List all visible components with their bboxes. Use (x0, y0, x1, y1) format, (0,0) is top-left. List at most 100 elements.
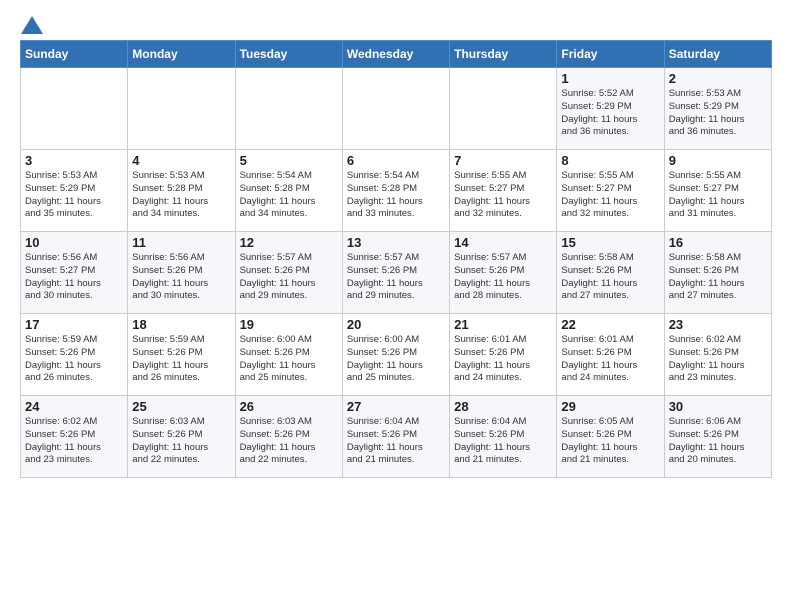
day-info: Sunrise: 5:53 AM Sunset: 5:29 PM Dayligh… (25, 170, 123, 221)
col-header-thursday: Thursday (450, 41, 557, 68)
day-number: 2 (669, 71, 767, 86)
week-row-3: 10Sunrise: 5:56 AM Sunset: 5:27 PM Dayli… (21, 232, 772, 314)
day-number: 21 (454, 317, 552, 332)
day-cell: 14 Sunrise: 5:57 AM Sunset: 5:26 PM Dayli… (450, 232, 557, 314)
day-number: 3 (25, 153, 123, 168)
day-cell: 20 Sunrise: 6:00 AM Sunset: 5:26 PM Dayli… (342, 314, 449, 396)
day-info: Sunrise: 5:58 AM Sunset: 5:26 PM Dayligh… (669, 252, 767, 303)
day-cell: 15 Sunrise: 5:58 AM Sunset: 5:26 PM Dayli… (557, 232, 664, 314)
day-cell: 4Sunrise: 5:53 AM Sunset: 5:28 PM Daylig… (128, 150, 235, 232)
day-info: Sunrise: 5:52 AM Sunset: 5:29 PM Dayligh… (561, 88, 659, 139)
day-cell: 21 Sunrise: 6:01 AM Sunset: 5:26 PM Dayli… (450, 314, 557, 396)
day-info: Sunrise: 6:04 AM Sunset: 5:26 PM Dayligh… (347, 416, 445, 467)
day-number: 8 (561, 153, 659, 168)
day-cell: 23 Sunrise: 6:02 AM Sunset: 5:26 PM Dayli… (664, 314, 771, 396)
day-number: 23 (669, 317, 767, 332)
day-number: 26 (240, 399, 338, 414)
day-info: Sunrise: 5:59 AM Sunset: 5:26 PM Dayligh… (25, 334, 123, 385)
day-info: Sunrise: 6:02 AM Sunset: 5:26 PM Dayligh… (25, 416, 123, 467)
day-number: 24 (25, 399, 123, 414)
day-cell: 6 Sunrise: 5:54 AM Sunset: 5:28 PM Daylig… (342, 150, 449, 232)
col-header-monday: Monday (128, 41, 235, 68)
day-number: 5 (240, 153, 338, 168)
day-number: 18 (132, 317, 230, 332)
day-cell: 10Sunrise: 5:56 AM Sunset: 5:27 PM Dayli… (21, 232, 128, 314)
day-cell: 27 Sunrise: 6:04 AM Sunset: 5:26 PM Dayli… (342, 396, 449, 478)
day-number: 14 (454, 235, 552, 250)
day-cell: 13 Sunrise: 5:57 AM Sunset: 5:26 PM Dayli… (342, 232, 449, 314)
day-cell (235, 68, 342, 150)
day-number: 1 (561, 71, 659, 86)
day-cell: 19Sunrise: 6:00 AM Sunset: 5:26 PM Dayli… (235, 314, 342, 396)
day-info: Sunrise: 5:55 AM Sunset: 5:27 PM Dayligh… (454, 170, 552, 221)
col-header-wednesday: Wednesday (342, 41, 449, 68)
day-cell: 26 Sunrise: 6:03 AM Sunset: 5:26 PM Dayli… (235, 396, 342, 478)
day-number: 6 (347, 153, 445, 168)
day-info: Sunrise: 6:01 AM Sunset: 5:26 PM Dayligh… (561, 334, 659, 385)
day-cell: 12Sunrise: 5:57 AM Sunset: 5:26 PM Dayli… (235, 232, 342, 314)
day-number: 27 (347, 399, 445, 414)
day-number: 7 (454, 153, 552, 168)
day-info: Sunrise: 6:02 AM Sunset: 5:26 PM Dayligh… (669, 334, 767, 385)
day-number: 22 (561, 317, 659, 332)
day-info: Sunrise: 6:06 AM Sunset: 5:26 PM Dayligh… (669, 416, 767, 467)
day-cell: 25 Sunrise: 6:03 AM Sunset: 5:26 PM Dayli… (128, 396, 235, 478)
day-info: Sunrise: 5:57 AM Sunset: 5:26 PM Dayligh… (347, 252, 445, 303)
calendar-header-row: SundayMondayTuesdayWednesdayThursdayFrid… (21, 41, 772, 68)
week-row-2: 3 Sunrise: 5:53 AM Sunset: 5:29 PM Daylig… (21, 150, 772, 232)
day-cell: 24 Sunrise: 6:02 AM Sunset: 5:26 PM Dayli… (21, 396, 128, 478)
day-number: 16 (669, 235, 767, 250)
col-header-friday: Friday (557, 41, 664, 68)
col-header-tuesday: Tuesday (235, 41, 342, 68)
day-cell: 7 Sunrise: 5:55 AM Sunset: 5:27 PM Daylig… (450, 150, 557, 232)
logo-icon (21, 16, 43, 34)
day-cell: 18 Sunrise: 5:59 AM Sunset: 5:26 PM Dayli… (128, 314, 235, 396)
day-cell: 3 Sunrise: 5:53 AM Sunset: 5:29 PM Daylig… (21, 150, 128, 232)
col-header-sunday: Sunday (21, 41, 128, 68)
day-info: Sunrise: 5:57 AM Sunset: 5:26 PM Dayligh… (240, 252, 338, 303)
day-number: 20 (347, 317, 445, 332)
day-cell (128, 68, 235, 150)
page: SundayMondayTuesdayWednesdayThursdayFrid… (0, 0, 792, 494)
day-info: Sunrise: 6:00 AM Sunset: 5:26 PM Dayligh… (347, 334, 445, 385)
day-cell: 8Sunrise: 5:55 AM Sunset: 5:27 PM Daylig… (557, 150, 664, 232)
day-number: 29 (561, 399, 659, 414)
day-info: Sunrise: 6:04 AM Sunset: 5:26 PM Dayligh… (454, 416, 552, 467)
day-cell (21, 68, 128, 150)
day-number: 9 (669, 153, 767, 168)
day-number: 13 (347, 235, 445, 250)
day-info: Sunrise: 5:59 AM Sunset: 5:26 PM Dayligh… (132, 334, 230, 385)
day-info: Sunrise: 5:53 AM Sunset: 5:28 PM Dayligh… (132, 170, 230, 221)
day-cell (342, 68, 449, 150)
day-number: 19 (240, 317, 338, 332)
day-number: 25 (132, 399, 230, 414)
col-header-saturday: Saturday (664, 41, 771, 68)
header (20, 16, 772, 30)
day-cell (450, 68, 557, 150)
day-number: 11 (132, 235, 230, 250)
day-info: Sunrise: 5:56 AM Sunset: 5:26 PM Dayligh… (132, 252, 230, 303)
day-cell: 17 Sunrise: 5:59 AM Sunset: 5:26 PM Dayli… (21, 314, 128, 396)
day-info: Sunrise: 5:55 AM Sunset: 5:27 PM Dayligh… (669, 170, 767, 221)
day-info: Sunrise: 6:05 AM Sunset: 5:26 PM Dayligh… (561, 416, 659, 467)
day-number: 17 (25, 317, 123, 332)
day-number: 15 (561, 235, 659, 250)
day-info: Sunrise: 5:57 AM Sunset: 5:26 PM Dayligh… (454, 252, 552, 303)
day-info: Sunrise: 6:03 AM Sunset: 5:26 PM Dayligh… (240, 416, 338, 467)
day-info: Sunrise: 5:54 AM Sunset: 5:28 PM Dayligh… (240, 170, 338, 221)
day-number: 28 (454, 399, 552, 414)
day-cell: 22 Sunrise: 6:01 AM Sunset: 5:26 PM Dayli… (557, 314, 664, 396)
day-cell: 2Sunrise: 5:53 AM Sunset: 5:29 PM Daylig… (664, 68, 771, 150)
day-cell: 30Sunrise: 6:06 AM Sunset: 5:26 PM Dayli… (664, 396, 771, 478)
day-info: Sunrise: 5:54 AM Sunset: 5:28 PM Dayligh… (347, 170, 445, 221)
week-row-5: 24 Sunrise: 6:02 AM Sunset: 5:26 PM Dayli… (21, 396, 772, 478)
day-info: Sunrise: 5:58 AM Sunset: 5:26 PM Dayligh… (561, 252, 659, 303)
day-info: Sunrise: 6:03 AM Sunset: 5:26 PM Dayligh… (132, 416, 230, 467)
day-cell: 29 Sunrise: 6:05 AM Sunset: 5:26 PM Dayli… (557, 396, 664, 478)
calendar-table: SundayMondayTuesdayWednesdayThursdayFrid… (20, 40, 772, 478)
day-cell: 16 Sunrise: 5:58 AM Sunset: 5:26 PM Dayli… (664, 232, 771, 314)
logo (20, 16, 43, 30)
day-cell: 11 Sunrise: 5:56 AM Sunset: 5:26 PM Dayli… (128, 232, 235, 314)
day-info: Sunrise: 6:01 AM Sunset: 5:26 PM Dayligh… (454, 334, 552, 385)
week-row-1: 1 Sunrise: 5:52 AM Sunset: 5:29 PM Daylig… (21, 68, 772, 150)
